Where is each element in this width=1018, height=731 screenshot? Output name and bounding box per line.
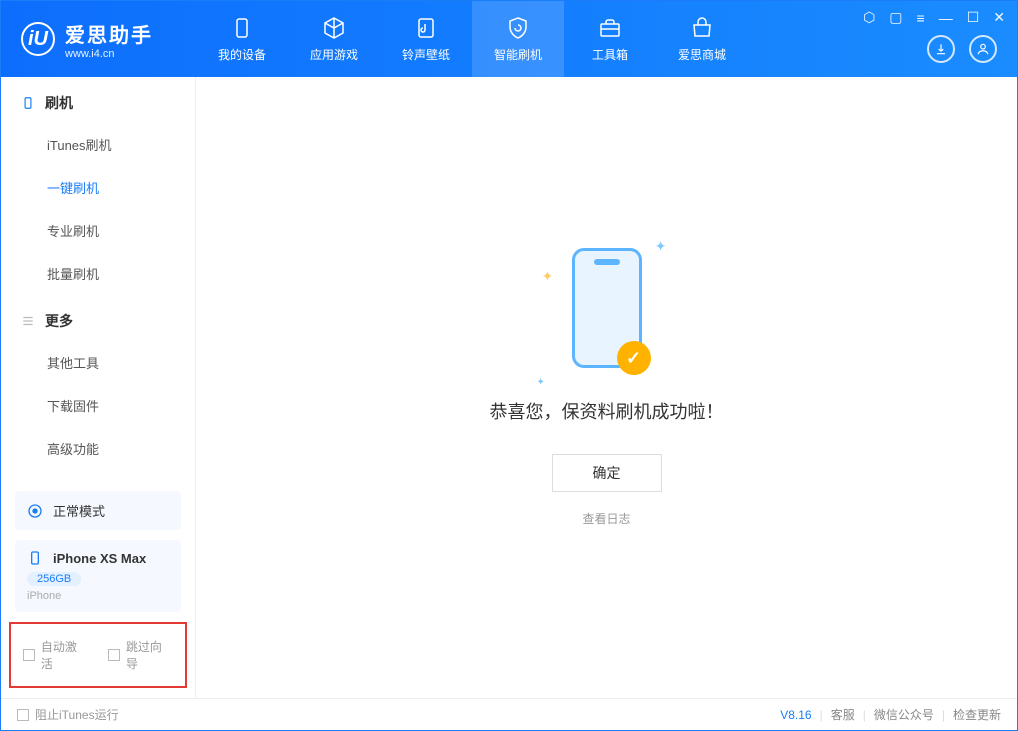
menu-icon[interactable]: ≡ [917,10,925,26]
sidebar: 刷机 iTunes刷机 一键刷机 专业刷机 批量刷机 更多 其他工具 下载固件 … [1,77,196,698]
mode-icon [27,503,43,519]
sidebar-item-other-tools[interactable]: 其他工具 [1,341,195,384]
tab-label: 智能刷机 [494,46,542,63]
version-label: V8.16 [780,708,811,722]
checkbox-skip-guide[interactable]: 跳过向导 [108,638,173,672]
checkbox-icon [108,649,120,661]
mode-label: 正常模式 [53,501,105,520]
success-illustration: ✦ ✦ ✦ ✓ [572,248,642,398]
shield-refresh-icon [506,16,530,40]
storage-badge: 256GB [27,572,81,586]
app-title: 爱思助手 [65,19,153,48]
sidebar-item-pro-flash[interactable]: 专业刷机 [1,209,195,252]
tab-my-device[interactable]: 我的设备 [196,1,288,77]
tab-label: 爱思商城 [678,46,726,63]
footer-link-wechat[interactable]: 微信公众号 [874,706,934,723]
window-controls: ⬡ ▢ ≡ — ☐ ✕ [863,9,1005,26]
tab-label: 工具箱 [592,46,628,63]
separator: | [863,708,866,722]
checkbox-label: 跳过向导 [126,638,173,672]
logo-icon: iU [21,22,55,56]
flash-options-highlight: 自动激活 跳过向导 [9,622,187,688]
maximize-icon[interactable]: ☐ [967,9,980,26]
sidebar-item-download-firmware[interactable]: 下载固件 [1,384,195,427]
tab-label: 铃声壁纸 [402,46,450,63]
device-icon [230,16,254,40]
sidebar-section-more: 更多 [1,295,195,341]
phone-icon: ✓ [572,248,642,368]
checkbox-auto-activate[interactable]: 自动激活 [23,638,88,672]
list-icon [21,314,35,328]
sidebar-section-flash: 刷机 [1,77,195,123]
minimize-icon[interactable]: — [939,10,953,26]
status-bar: 阻止iTunes运行 V8.16 | 客服 | 微信公众号 | 检查更新 [1,698,1017,730]
sparkle-icon: ✦ [655,238,667,255]
ok-button[interactable]: 确定 [552,454,662,492]
tab-label: 应用游戏 [310,46,358,63]
separator: | [942,708,945,722]
tab-toolbox[interactable]: 工具箱 [564,1,656,77]
device-phone-icon [27,550,43,566]
skin-icon[interactable]: ▢ [889,9,902,26]
checkbox-label: 自动激活 [41,638,88,672]
header-actions [927,35,997,63]
check-circle-icon: ✓ [617,341,651,375]
sidebar-item-batch-flash[interactable]: 批量刷机 [1,252,195,295]
device-type: iPhone [27,590,169,602]
download-icon[interactable] [927,35,955,63]
sidebar-item-oneclick-flash[interactable]: 一键刷机 [1,166,195,209]
device-card[interactable]: iPhone XS Max 256GB iPhone [15,540,181,612]
toolbox-icon [598,16,622,40]
tab-label: 我的设备 [218,46,266,63]
tab-store[interactable]: 爱思商城 [656,1,748,77]
user-icon[interactable] [969,35,997,63]
cube-icon [322,16,346,40]
app-subtitle: www.i4.cn [65,48,153,60]
checkbox-icon[interactable] [17,709,29,721]
success-message: 恭喜您，保资料刷机成功啦！ [490,398,724,424]
logo: iU 爱思助手 www.i4.cn [1,19,196,60]
section-title: 刷机 [45,93,73,113]
main-content: ✦ ✦ ✦ ✓ 恭喜您，保资料刷机成功啦！ 确定 查看日志 [196,77,1017,698]
block-itunes-label[interactable]: 阻止iTunes运行 [35,706,119,723]
store-icon [690,16,714,40]
sidebar-item-itunes-flash[interactable]: iTunes刷机 [1,123,195,166]
separator: | [820,708,823,722]
device-name: iPhone XS Max [53,551,146,566]
music-file-icon [414,16,438,40]
footer-link-support[interactable]: 客服 [831,706,855,723]
mode-card[interactable]: 正常模式 [15,491,181,530]
section-title: 更多 [45,311,73,331]
sidebar-item-advanced[interactable]: 高级功能 [1,427,195,470]
close-icon[interactable]: ✕ [993,9,1005,26]
view-log-link[interactable]: 查看日志 [582,510,630,527]
title-bar: iU 爱思助手 www.i4.cn 我的设备 应用游戏 铃声壁纸 智能刷机 工具… [1,1,1017,77]
main-tabs: 我的设备 应用游戏 铃声壁纸 智能刷机 工具箱 爱思商城 [196,1,748,77]
tab-ringtones-wallpapers[interactable]: 铃声壁纸 [380,1,472,77]
checkbox-icon [23,649,35,661]
phone-icon [21,96,35,110]
tab-apps-games[interactable]: 应用游戏 [288,1,380,77]
sparkle-icon: ✦ [542,268,554,285]
tab-smart-flash[interactable]: 智能刷机 [472,1,564,77]
sparkle-icon: ✦ [537,377,545,388]
footer-link-update[interactable]: 检查更新 [953,706,1001,723]
feedback-icon[interactable]: ⬡ [863,9,875,26]
